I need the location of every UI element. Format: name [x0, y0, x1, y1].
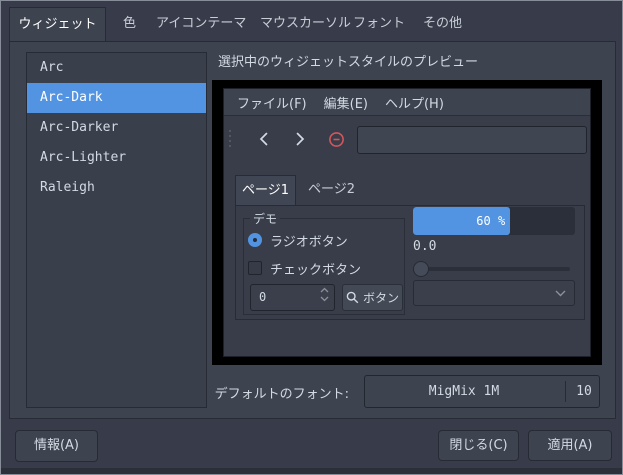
tab-color[interactable]: 色: [123, 7, 136, 41]
apply-button[interactable]: 適用(A): [528, 430, 612, 461]
info-button[interactable]: 情報(A): [15, 430, 98, 462]
stop-button[interactable]: [327, 130, 345, 148]
preview-window: ファイル(F) 編集(E) ヘルプ(H) ページ1 ページ2 デモ ラジオボタン…: [223, 88, 591, 357]
tab-font[interactable]: フォント: [353, 7, 405, 41]
demo-frame-label: デモ: [250, 210, 281, 227]
scale-value: 0.0: [413, 239, 437, 254]
tab-icon-theme[interactable]: アイコンテーマ: [156, 7, 246, 41]
preview-tab-page1[interactable]: ページ1: [235, 175, 296, 205]
font-name: MigMix 1M: [428, 384, 500, 399]
demo-button[interactable]: ボタン: [342, 284, 403, 311]
lxappearance-window: ウィジェット 色 アイコンテーマ マウスカーソル フォント その他 Arc Ar…: [0, 0, 623, 475]
scale-slider[interactable]: [413, 261, 570, 277]
demo-button-label: ボタン: [362, 291, 399, 305]
preview-menubar: ファイル(F) 編集(E) ヘルプ(H): [224, 89, 590, 116]
check-button[interactable]: [248, 261, 262, 275]
progress-label: 60 %: [476, 214, 506, 228]
slider-handle[interactable]: [413, 261, 429, 277]
tab-mouse-cursor[interactable]: マウスカーソル: [260, 7, 351, 41]
window-bottom-edge: [1, 468, 622, 474]
progress-bar: 60 %: [413, 207, 575, 235]
default-font-label: デフォルトのフォント:: [214, 387, 349, 402]
demo-frame: デモ ラジオボタン チェックボタン 0 ボタン: [243, 210, 405, 315]
chevron-down-icon: [320, 296, 329, 302]
close-button[interactable]: 閉じる(C): [438, 430, 519, 461]
menu-help[interactable]: ヘルプ(H): [385, 93, 444, 112]
stop-icon: [328, 131, 344, 147]
spin-value: 0: [259, 290, 267, 304]
search-icon: [346, 291, 359, 304]
menu-file[interactable]: ファイル(F): [237, 93, 307, 112]
preview-toolbar: [224, 117, 590, 162]
chevron-down-icon: [555, 290, 566, 297]
radio-dot-icon: [253, 238, 257, 242]
checkbox-label[interactable]: チェックボタン: [270, 259, 361, 278]
preview-title: 選択中のウィジェットスタイルのプレビュー: [218, 55, 479, 70]
preview-frame: ファイル(F) 編集(E) ヘルプ(H) ページ1 ページ2 デモ ラジオボタン…: [212, 80, 602, 365]
list-item[interactable]: Arc-Darker: [27, 113, 206, 143]
toolbar-drag-handle[interactable]: [229, 130, 231, 147]
tab-widget[interactable]: ウィジェット: [9, 7, 106, 41]
widget-page: Arc Arc-Dark Arc-Darker Arc-Lighter Rale…: [9, 41, 616, 419]
radio-button[interactable]: [248, 233, 262, 247]
spin-button[interactable]: 0: [250, 284, 335, 311]
toolbar-entry[interactable]: [357, 126, 587, 154]
chevron-left-icon: [259, 132, 268, 146]
progress-fill: 60 %: [413, 207, 511, 235]
widget-style-list[interactable]: Arc Arc-Dark Arc-Darker Arc-Lighter Rale…: [26, 52, 207, 408]
list-item-selected[interactable]: Arc-Dark: [27, 83, 206, 113]
list-item[interactable]: Raleigh: [27, 173, 206, 203]
chevron-right-icon: [296, 132, 305, 146]
radio-label[interactable]: ラジオボタン: [270, 231, 348, 250]
preview-tab-page2[interactable]: ページ2: [308, 175, 355, 205]
list-item[interactable]: Arc-Lighter: [27, 143, 206, 173]
back-button[interactable]: [255, 130, 273, 148]
font-separator: [565, 381, 566, 402]
font-select-button[interactable]: MigMix 1M 10: [364, 375, 600, 408]
slider-track[interactable]: [413, 267, 570, 271]
list-item[interactable]: Arc: [27, 53, 206, 83]
forward-button[interactable]: [291, 130, 309, 148]
combo-box[interactable]: [413, 280, 575, 306]
font-size: 10: [576, 384, 592, 399]
menu-edit[interactable]: 編集(E): [324, 93, 368, 112]
chevron-up-icon: [320, 287, 329, 293]
spin-arrows[interactable]: [320, 287, 329, 302]
tab-other[interactable]: その他: [423, 7, 462, 41]
